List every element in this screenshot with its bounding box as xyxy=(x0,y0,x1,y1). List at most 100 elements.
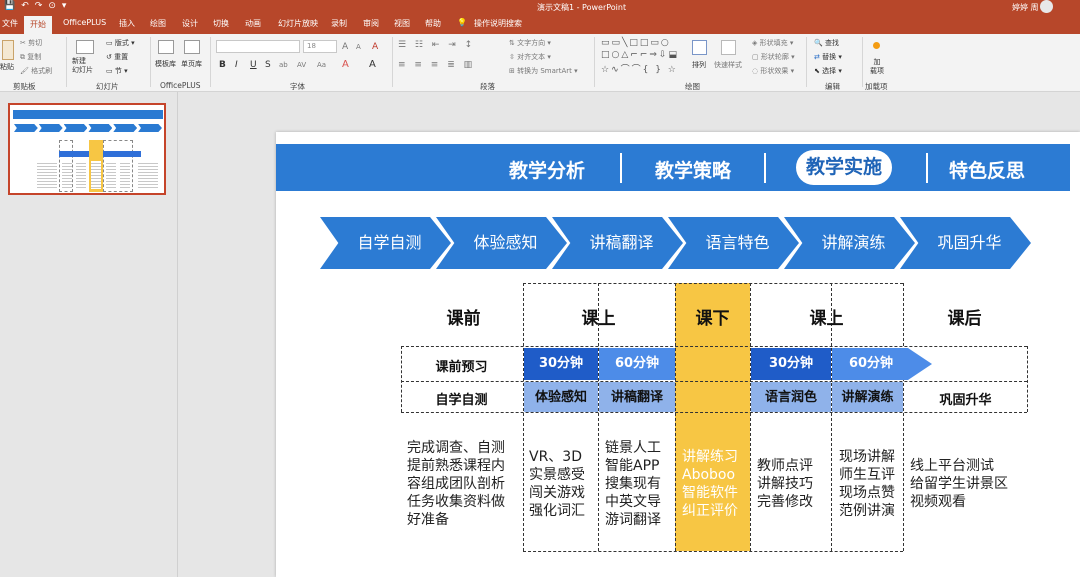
highlight-button[interactable]: A xyxy=(369,59,376,70)
tab-design[interactable]: 设计 xyxy=(182,18,198,29)
align-text-button[interactable]: ⇳ 对齐文本 ▾ xyxy=(509,52,551,62)
tab-help[interactable]: 帮助 xyxy=(425,18,441,29)
tab-transitions[interactable]: 切换 xyxy=(213,18,229,29)
list-buttons[interactable]: ☰ ☷ ⇤ ⇥ ↕ xyxy=(398,40,475,50)
addins-icon[interactable] xyxy=(873,42,880,49)
row2-cell-5: 讲解演练 xyxy=(832,382,903,412)
ribbon-divider xyxy=(392,37,393,87)
addins-button[interactable]: 加 载项 xyxy=(870,58,884,76)
char-spacing-button[interactable]: AV xyxy=(297,61,306,69)
single-page-button[interactable]: 单页库 xyxy=(181,59,202,69)
strikethrough-button[interactable]: ab xyxy=(279,61,288,69)
shrink-font-button[interactable]: A xyxy=(356,43,361,51)
template-library-icon[interactable] xyxy=(158,40,174,54)
header-item-reflection[interactable]: 特色反思 xyxy=(949,156,1025,183)
shape-fill-button[interactable]: ◈ 形状填充 ▾ xyxy=(752,38,793,48)
arrange-button[interactable]: 排列 xyxy=(692,60,706,70)
save-icon[interactable]: 💾 xyxy=(4,1,15,11)
text-direction-button[interactable]: ⇅ 文字方向 ▾ xyxy=(509,38,551,48)
tab-animations[interactable]: 动画 xyxy=(245,18,261,29)
dashed-line xyxy=(523,283,903,284)
shadow-button[interactable]: S xyxy=(265,60,271,70)
tab-view[interactable]: 视图 xyxy=(394,18,410,29)
lightbulb-icon[interactable]: 💡 xyxy=(457,18,467,27)
group-addins: 加载项 xyxy=(865,82,888,91)
paste-icon[interactable] xyxy=(2,40,14,60)
italic-button[interactable]: I xyxy=(235,60,238,70)
text-consolidate: 线上平台测试 给留学生讲景区 视频观看 xyxy=(910,458,1008,510)
row1-time-1: 30分钟 xyxy=(524,348,598,380)
quick-styles-icon[interactable] xyxy=(721,40,736,55)
align-buttons[interactable]: ≡ ≡ ≡ ≣ ▥ xyxy=(398,60,475,70)
row2-label: 自学自测 xyxy=(435,393,488,408)
tab-draw[interactable]: 绘图 xyxy=(150,18,166,29)
chevron-step-1[interactable]: 自学自测 xyxy=(320,217,451,269)
chevron-step-2[interactable]: 体验感知 xyxy=(436,217,567,269)
shape-outline-button[interactable]: ▢ 形状轮廓 ▾ xyxy=(752,52,795,62)
column-head-after-class-2: 课后 xyxy=(947,309,982,329)
cut-button[interactable]: ✂ 剪切 xyxy=(20,38,42,48)
chevron-step-4[interactable]: 语言特色 xyxy=(668,217,799,269)
ribbon-divider xyxy=(594,37,595,87)
slide-thumbnail[interactable] xyxy=(8,103,166,195)
shape-effects-button[interactable]: ◌ 形状效果 ▾ xyxy=(752,66,794,76)
tab-file[interactable]: 文件 xyxy=(2,18,18,29)
thumb-header-bar xyxy=(13,110,163,119)
thumb-chevrons xyxy=(14,124,162,132)
change-case-button[interactable]: Aa xyxy=(317,61,326,69)
clear-format-button[interactable]: A xyxy=(372,42,378,52)
bold-button[interactable]: B xyxy=(219,60,226,70)
smartart-button[interactable]: ⊞ 转换为 SmartArt ▾ xyxy=(509,66,578,76)
slide-canvas[interactable]: 教学分析 教学策略 教学实施 特色反思 自学自测 体验感知 讲稿翻译 语言特色 … xyxy=(276,132,1080,577)
title-bar: 💾 ↶ ↷ ⊙ ▾ 演示文稿1 - PowerPoint 婷婷 周 xyxy=(0,0,1080,14)
arrange-icon[interactable] xyxy=(692,40,707,55)
select-button[interactable]: ⬉ 选择 ▾ xyxy=(814,66,842,76)
font-name-field[interactable] xyxy=(216,40,300,53)
chevron-step-5[interactable]: 讲解演练 xyxy=(784,217,915,269)
column-head-before-class: 课前 xyxy=(446,309,481,329)
header-item-analysis[interactable]: 教学分析 xyxy=(509,156,585,183)
header-item-implementation-active[interactable]: 教学实施 xyxy=(796,150,892,185)
customize-qat-icon[interactable]: ▾ xyxy=(62,1,67,11)
template-library-button[interactable]: 模板库 xyxy=(155,59,176,69)
avatar[interactable] xyxy=(1040,0,1053,13)
shapes-gallery[interactable]: ▭▭╲□□▭○ xyxy=(601,38,671,48)
reset-button[interactable]: ↺ 重置 xyxy=(106,52,128,62)
shapes-gallery-row2[interactable]: □○△⌐⌐⇒⇩⬓ xyxy=(601,50,679,60)
tab-slideshow[interactable]: 幻灯片放映 xyxy=(278,18,318,29)
chevron-step-3[interactable]: 讲稿翻译 xyxy=(552,217,683,269)
redo-icon[interactable]: ↷ xyxy=(35,1,43,11)
find-button[interactable]: 🔍 查找 xyxy=(814,38,839,48)
undo-icon[interactable]: ↶ xyxy=(21,1,29,11)
single-page-icon[interactable] xyxy=(184,40,200,54)
replace-button[interactable]: ⇄ 替换 ▾ xyxy=(814,52,842,62)
chevron-step-6[interactable]: 巩固升华 xyxy=(900,217,1031,269)
format-painter-button[interactable]: 🖌 格式刷 xyxy=(20,66,52,76)
grow-font-button[interactable]: A xyxy=(342,42,348,52)
underline-button[interactable]: U xyxy=(250,60,257,70)
user-name[interactable]: 婷婷 周 xyxy=(1012,2,1039,13)
text-after-class: 讲解练习 Aboboo 智能软件 纠正评价 xyxy=(682,449,738,519)
paste-button[interactable]: 粘贴 xyxy=(0,62,14,72)
tell-me-search[interactable]: 操作说明搜索 xyxy=(474,18,522,29)
thumb-text xyxy=(91,161,101,189)
shapes-gallery-row3[interactable]: ☆∿⌒⌒{ } ☆ xyxy=(601,62,678,75)
dashed-line xyxy=(750,283,751,551)
column-head-in-class: 课上 xyxy=(581,309,616,329)
quick-styles-button[interactable]: 快速样式 xyxy=(714,60,742,70)
font-color-button[interactable]: A xyxy=(342,59,349,70)
tab-home[interactable]: 开始 xyxy=(24,16,52,34)
new-slide-icon[interactable] xyxy=(76,40,94,54)
section-button[interactable]: ▭ 节 ▾ xyxy=(106,66,128,76)
header-item-strategy[interactable]: 教学策略 xyxy=(655,156,731,183)
font-size-field[interactable]: 18 xyxy=(303,40,337,53)
tab-officeplus[interactable]: OfficePLUS xyxy=(63,18,106,27)
ribbon-divider xyxy=(862,37,863,87)
start-presentation-icon[interactable]: ⊙ xyxy=(48,1,56,11)
new-slide-button[interactable]: 新建 幻灯片 xyxy=(72,57,93,75)
copy-button[interactable]: ⧉ 复制 xyxy=(20,52,41,62)
layout-button[interactable]: ▭ 版式 ▾ xyxy=(106,38,135,48)
tab-insert[interactable]: 插入 xyxy=(119,18,135,29)
tab-review[interactable]: 审阅 xyxy=(363,18,379,29)
tab-record[interactable]: 录制 xyxy=(331,18,347,29)
